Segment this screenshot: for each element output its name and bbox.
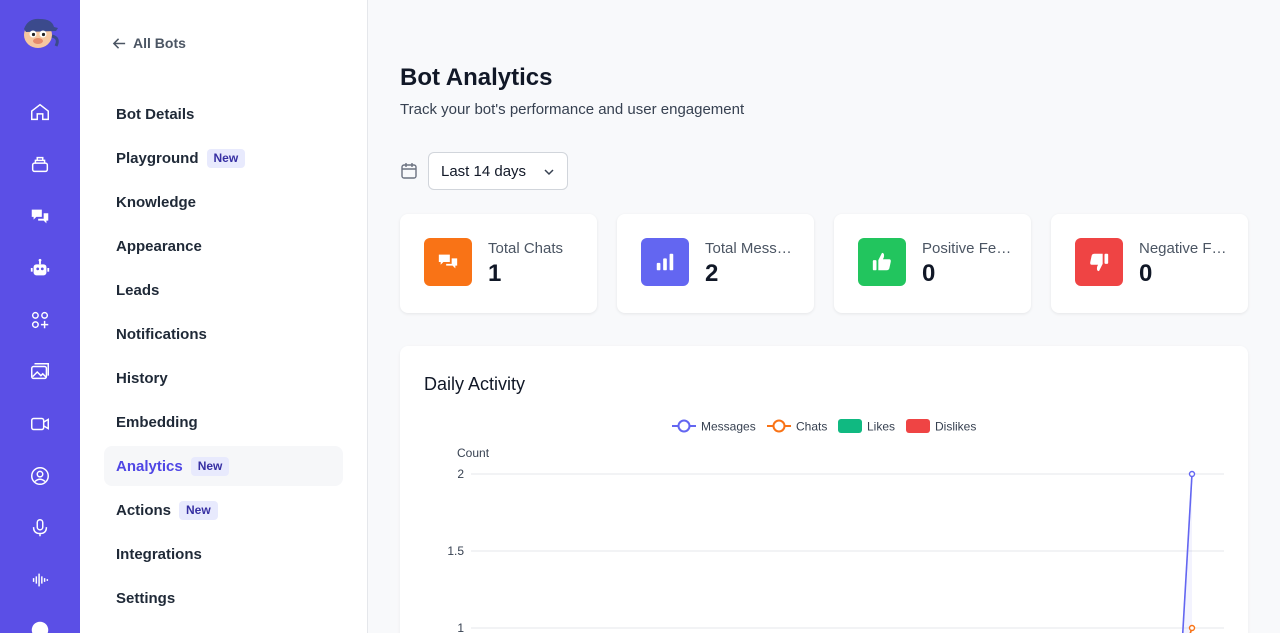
nav-item-leads[interactable]: Leads [104, 270, 343, 310]
back-label: All Bots [133, 35, 186, 51]
chevron-down-icon [544, 169, 554, 176]
messages-point [1188, 470, 1196, 478]
thumbs-down-icon [1075, 238, 1123, 286]
date-range-select[interactable]: Last 14 days [428, 152, 568, 190]
app-rail [0, 0, 80, 633]
nav-item-label: Appearance [116, 237, 202, 255]
nav-item-bot-details[interactable]: Bot Details [104, 94, 343, 134]
nav-item-analytics[interactable]: Analytics New [104, 446, 343, 486]
nav-item-label: History [116, 369, 168, 387]
chat-icon [424, 238, 472, 286]
all-bots-back-link[interactable]: All Bots [112, 35, 186, 51]
nav-item-label: Leads [116, 281, 160, 299]
image-gallery-icon[interactable] [28, 360, 52, 384]
nav-item-label: Integrations [116, 545, 202, 563]
nav-item-embedding[interactable]: Embedding [104, 402, 343, 442]
stat-label: Negative Feedback [1139, 240, 1231, 257]
chat-bubbles-icon[interactable] [28, 204, 52, 228]
daily-activity-chart: Messages Chats Likes Dislikes Count 2 1.5 1 [447, 419, 1224, 633]
y-tick-label: 1.5 [447, 544, 464, 558]
calendar-icon [401, 163, 417, 179]
nav-item-knowledge[interactable]: Knowledge [104, 182, 343, 222]
nav-item-label: Knowledge [116, 193, 197, 211]
nav-item-settings[interactable]: Settings [104, 578, 343, 618]
help-icon[interactable] [28, 618, 52, 633]
nav-item-label: Embedding [116, 413, 198, 431]
inbox-stack-icon[interactable] [28, 152, 52, 176]
bot-settings-nav: All Bots Bot Details Playground New Knowled… [80, 0, 368, 633]
user-circle-icon[interactable] [28, 464, 52, 488]
stat-value: 2 [705, 260, 719, 287]
bar-chart-icon [641, 238, 689, 286]
new-badge: New [190, 456, 230, 476]
video-camera-icon[interactable] [28, 412, 52, 436]
legend-label: Messages [701, 420, 756, 434]
legend-label: Likes [867, 420, 895, 434]
stat-label: Total Messages [705, 240, 797, 257]
nav-item-label: Settings [116, 589, 176, 607]
nav-item-actions[interactable]: Actions New [104, 490, 343, 530]
new-badge: New [179, 500, 218, 520]
arrow-left-icon [112, 37, 126, 49]
nav-item-label: Analytics [116, 457, 183, 475]
stat-card-positive-feedback: Positive Feedback 0 [834, 214, 1031, 313]
y-tick-label: 2 [457, 467, 464, 481]
stat-value: 0 [922, 260, 936, 287]
date-range-value: Last 14 days [441, 162, 527, 180]
legend-swatch-dislikes [906, 419, 930, 433]
y-axis-label: Count [457, 446, 490, 460]
legend-marker-chats [772, 419, 786, 433]
legend-label: Chats [796, 420, 827, 434]
legend-label: Dislikes [935, 420, 976, 434]
apps-add-icon[interactable] [28, 308, 52, 332]
nav-item-label: Notifications [116, 325, 207, 343]
microphone-icon[interactable] [28, 516, 52, 540]
thumbs-up-icon [858, 238, 906, 286]
stat-card-negative-feedback: Negative Feedback 0 [1051, 214, 1248, 313]
new-badge: New [206, 148, 246, 168]
nav-item-label: Actions [116, 501, 172, 519]
page-subtitle: Track your bot's performance and user en… [400, 101, 745, 118]
nav-item-appearance[interactable]: Appearance [104, 226, 343, 266]
mascot-logo-icon[interactable] [18, 14, 62, 52]
nav-item-playground[interactable]: Playground New [104, 138, 343, 178]
home-icon[interactable] [28, 100, 52, 124]
chats-point [1188, 624, 1196, 632]
stat-card-total-chats: Total Chats 1 [400, 214, 597, 313]
audio-wave-icon[interactable] [28, 568, 52, 592]
stat-label: Positive Feedback [922, 240, 1014, 257]
stat-label: Total Chats [488, 240, 564, 257]
stat-value: 1 [488, 260, 502, 287]
legend-marker-messages [677, 419, 691, 433]
nav-item-label: Bot Details [116, 105, 195, 123]
page-title: Bot Analytics [400, 64, 553, 91]
stat-card-total-messages: Total Messages 2 [617, 214, 814, 313]
main-content: Bot Analytics Track your bot's performan… [368, 0, 1280, 633]
robot-icon[interactable] [28, 256, 52, 280]
nav-item-notifications[interactable]: Notifications [104, 314, 343, 354]
y-tick-label: 1 [457, 621, 464, 633]
nav-item-label: Playground [116, 149, 199, 167]
legend-swatch-likes [838, 419, 862, 433]
nav-list: Bot Details Playground New Knowledge Appeara… [104, 94, 343, 622]
daily-activity-panel: Daily Activity Messages Chats Likes Dislike… [400, 346, 1248, 633]
nav-item-history[interactable]: History [104, 358, 343, 398]
stat-value: 0 [1139, 260, 1153, 287]
nav-item-integrations[interactable]: Integrations [104, 534, 343, 574]
